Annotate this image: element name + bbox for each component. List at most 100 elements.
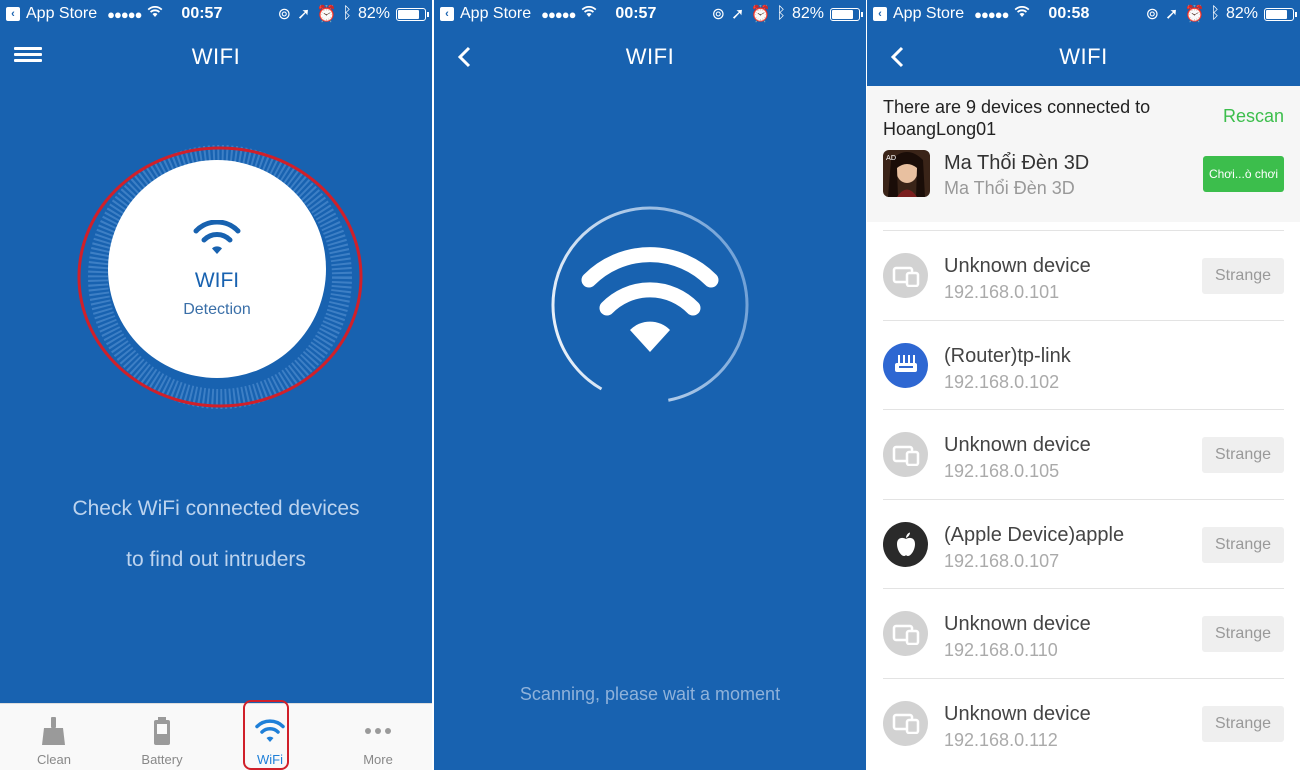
tab-label: More: [363, 752, 393, 767]
orientation-lock-icon: ⊚: [1145, 6, 1160, 23]
scan-summary-card: There are 9 devices connected to HoangLo…: [867, 86, 1300, 222]
orientation-lock-icon: ⊚: [711, 6, 726, 23]
device-ip: 192.168.0.110: [944, 640, 1058, 660]
device-row[interactable]: Unknown device 192.168.0.112 Strange: [883, 677, 1284, 768]
device-name: Unknown device: [944, 613, 1091, 635]
device-name: Unknown device: [944, 702, 1091, 725]
unknown-device-icon: [883, 432, 928, 477]
router-icon: [883, 342, 928, 388]
tab-more[interactable]: More: [324, 704, 432, 770]
device-row[interactable]: (Apple Device)apple 192.168.0.107 Strang…: [883, 498, 1284, 589]
orientation-lock-icon: ⊚: [277, 6, 292, 23]
wifi-home-screen: ‹ App Store ●●●●● 00:57 ⊚ ➚ ⏰ ᛒ 82% WIFI …: [0, 0, 432, 770]
wifi-devices-screen: ‹ App Store ●●●●● 00:58 ⊚ ➚ ⏰ ᛒ 82% WIFI …: [867, 0, 1300, 770]
status-bar: ‹ App Store ●●●●● 00:58 ⊚ ➚ ⏰ ᛒ 82%: [867, 0, 1300, 28]
dial-subtitle: Detection: [183, 300, 251, 318]
device-ip: 192.168.0.107: [944, 550, 1060, 571]
wifi-scanning-screen: ‹App Store ●●●●● 00:57 ⊚ ➚ ⏰ ᛒ 82% WIFI: [434, 0, 866, 770]
strange-button[interactable]: Strange: [1202, 526, 1284, 563]
devices-count-message: There are 9 devices connected to HoangLo…: [883, 97, 1151, 139]
unknown-device-icon: [883, 700, 928, 746]
tab-label: Clean: [37, 752, 71, 767]
device-row[interactable]: Unknown device 192.168.0.101 Strange: [883, 230, 1284, 320]
svg-text:AD: AD: [886, 154, 896, 162]
back-chevron-icon[interactable]: [889, 46, 907, 68]
bluetooth-icon: ᛒ: [776, 5, 786, 22]
clock: 00:57: [181, 5, 223, 22]
wifi-status-icon: [581, 5, 597, 23]
device-name: Unknown device: [944, 434, 1091, 456]
clock: 00:58: [1048, 5, 1090, 22]
wifi-detection-button[interactable]: WIFI Detection: [108, 160, 326, 378]
alarm-icon: ⏰: [1184, 6, 1205, 23]
rescan-button[interactable]: Rescan: [1223, 106, 1284, 127]
strange-button[interactable]: Strange: [1202, 705, 1284, 742]
tab-bar: Clean Battery WiFi More: [0, 700, 432, 770]
description-line-1: Check WiFi connected devices: [72, 497, 360, 520]
battery-icon: [830, 7, 863, 21]
dial-title: WIFI: [194, 268, 240, 292]
page-title: WIFI: [625, 44, 675, 69]
battery-icon: [152, 714, 172, 748]
battery-percent: 82%: [791, 5, 824, 22]
ad-play-button[interactable]: Chơi...ò chơi: [1203, 156, 1284, 192]
alarm-icon: ⏰: [750, 6, 771, 23]
tab-wifi[interactable]: WiFi: [216, 700, 324, 770]
clock: 00:57: [615, 5, 657, 22]
apple-icon: [883, 521, 928, 567]
device-ip: 192.168.0.112: [944, 729, 1058, 750]
bluetooth-icon: ᛒ: [342, 5, 352, 22]
status-bar: ‹ App Store ●●●●● 00:57 ⊚ ➚ ⏰ ᛒ 82%: [434, 0, 866, 28]
device-row[interactable]: Unknown device 192.168.0.110 Strange: [883, 588, 1284, 678]
signal-icon: ●●●●●: [541, 6, 576, 22]
unknown-device-icon: [883, 611, 928, 656]
back-to-app-button[interactable]: ‹ App Store: [873, 5, 964, 23]
location-icon: ➚: [731, 6, 745, 23]
location-icon: ➚: [297, 6, 311, 23]
unknown-device-icon: [883, 253, 928, 298]
broom-icon: [41, 714, 67, 748]
device-ip: 192.168.0.102: [944, 371, 1060, 392]
back-to-app-button[interactable]: ‹ App Store: [6, 5, 97, 23]
back-chevron-icon[interactable]: [456, 46, 474, 68]
back-arrow-icon: ‹: [873, 7, 887, 21]
page-title: WIFI: [1059, 44, 1108, 69]
battery-icon: [396, 7, 429, 21]
alarm-icon: ⏰: [316, 6, 337, 23]
tab-highlight: [243, 700, 289, 770]
nav-bar: WIFI: [0, 28, 432, 86]
device-row[interactable]: Unknown device 192.168.0.105 Strange: [883, 409, 1284, 499]
description-line-2: to find out intruders: [126, 548, 306, 571]
location-icon: ➚: [1165, 6, 1179, 23]
ad-subtitle: Ma Thổi Đèn 3D: [944, 178, 1075, 198]
wifi-icon: [581, 247, 719, 352]
signal-icon: ●●●●●: [974, 6, 1009, 22]
device-name: (Router)tp-link: [944, 344, 1071, 367]
back-arrow-icon: ‹: [440, 7, 454, 21]
tab-battery[interactable]: Battery: [108, 704, 216, 770]
menu-button[interactable]: [14, 44, 42, 70]
strange-button[interactable]: Strange: [1202, 258, 1284, 294]
scanning-status-text: Scanning, please wait a moment: [519, 684, 781, 704]
device-ip: 192.168.0.101: [944, 282, 1060, 302]
strange-button[interactable]: Strange: [1202, 437, 1284, 473]
back-to-app-button[interactable]: ‹ App Store: [440, 5, 531, 23]
wifi-status-icon: [147, 5, 163, 23]
back-arrow-icon: ‹: [6, 7, 20, 21]
battery-percent: 82%: [357, 5, 390, 22]
device-row[interactable]: (Router)tp-link 192.168.0.102: [883, 319, 1284, 410]
tab-clean[interactable]: Clean: [0, 704, 108, 770]
wifi-status-icon: [1014, 5, 1030, 23]
ad-title: Ma Thổi Đèn 3D: [944, 152, 1090, 174]
strange-button[interactable]: Strange: [1202, 616, 1284, 652]
nav-bar: WIFI: [867, 28, 1300, 86]
nav-bar: WIFI: [434, 28, 866, 86]
device-name: (Apple Device)apple: [944, 523, 1125, 546]
bluetooth-icon: ᛒ: [1210, 5, 1220, 22]
scanning-spinner: [551, 206, 749, 404]
signal-icon: ●●●●●: [107, 6, 142, 22]
device-ip: 192.168.0.105: [944, 461, 1060, 481]
device-list: Unknown device 192.168.0.101 Strange (Ro…: [883, 230, 1284, 767]
status-bar: ‹ App Store ●●●●● 00:57 ⊚ ➚ ⏰ ᛒ 82%: [0, 0, 432, 28]
ad-game-icon[interactable]: AD: [883, 150, 930, 197]
